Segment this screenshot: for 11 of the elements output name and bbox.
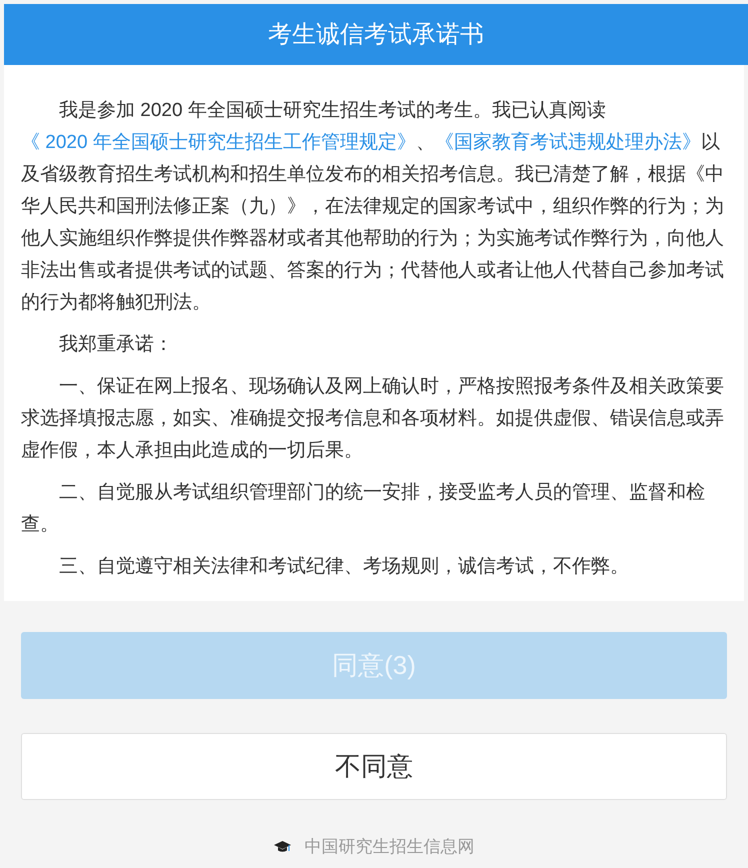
graduation-cap-icon bbox=[274, 840, 290, 853]
page-title: 考生诚信考试承诺书 bbox=[268, 20, 484, 50]
paragraph: 二、自觉服从考试组织管理部门的统一安排，接受监考人员的管理、监督和检查。 bbox=[21, 481, 706, 537]
document-link[interactable]: 《 2020 年全国硕士研究生招生工作管理规定》 bbox=[21, 132, 416, 153]
paragraph: 一、保证在网上报名、现场确认及网上确认时，严格按照报考条件及相关政策要求选择填报志愿，如实、准确提交报考信息和各项材料。如提供虚假、错误信息或弄虚作假，本人承担由此造成的一切后果。 bbox=[21, 375, 725, 463]
paragraph: 我是参加 2020 年全国硕士研究生招生考试的考生。我已认真阅读 《 2020 年全国硕士研究生招生工作管理规定》、《国家教育考试违规处理办法》以及省级教育招生考试机构和招生单位发布的相关招考信息。我已清楚了解，根据《中华人民共和国刑法修正案（九）》，在法律规定的国家考试中，组织作弊的行为；为他人实施组织作弊提供作弊器材或者其他帮助的行为；为实施考试作弊行为，向他人非法出售或者提供考试的试题、答案的行为；代替他人或者让他人代替自己参加考试的行为都将触犯刑法。 bbox=[21, 99, 725, 315]
disagree-button[interactable]: 不同意 bbox=[21, 733, 727, 800]
paragraph: 三、自觉遵守相关法律和考试纪律、考场规则，诚信考试，不作弊。 bbox=[58, 555, 630, 579]
footer-text: 中国研究生招生信息网 bbox=[304, 836, 474, 858]
document-link[interactable]: 《国家教育考试违规处理办法》 bbox=[434, 132, 701, 153]
paragraph: 我郑重承诺： bbox=[58, 333, 174, 357]
